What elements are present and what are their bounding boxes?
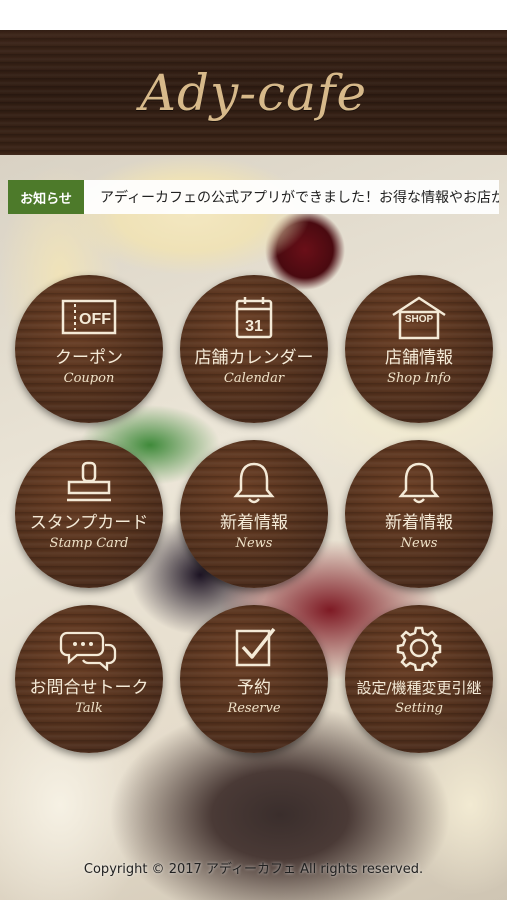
gear-icon	[389, 625, 449, 671]
calendar-label: 店舗カレンダー	[194, 348, 314, 368]
shop-info-sub-label: Shop Info	[387, 371, 451, 386]
calendar-icon: 31	[224, 295, 284, 341]
calendar-day-text: 31	[245, 318, 263, 335]
coupon-off-text: OFF	[79, 311, 111, 328]
chat-bubbles-icon	[59, 625, 119, 671]
coupon-sub-label: Coupon	[63, 371, 115, 386]
reserve-label: 予約	[237, 678, 271, 698]
calendar-sub-label: Calendar	[223, 371, 285, 386]
copyright-footer: Copyright © 2017 アディーカフェ All rights rese…	[83, 862, 424, 877]
stamp-icon	[59, 460, 119, 506]
settings-label: 設定/機種変更引継	[356, 679, 482, 697]
talk-label: お問合せトーク	[29, 678, 149, 698]
stamp-card-sub-label: Stamp Card	[49, 536, 129, 551]
news-label-2: 新着情報	[385, 513, 453, 533]
bell-icon	[389, 460, 449, 506]
stamp-card-button[interactable]: スタンプカード Stamp Card	[15, 440, 163, 588]
checkbox-icon	[224, 625, 284, 671]
main-menu: OFF クーポン Coupon 31 店舗カレンダー Calendar SHOP…	[0, 0, 507, 900]
stamp-card-label: スタンプカード	[29, 513, 149, 533]
news-button-1[interactable]: 新着情報 News	[180, 440, 328, 588]
bell-icon	[224, 460, 284, 506]
reserve-button[interactable]: 予約 Reserve	[180, 605, 328, 753]
reserve-sub-label: Reserve	[227, 701, 281, 716]
coupon-off-icon: OFF	[59, 295, 119, 341]
talk-sub-label: Talk	[75, 701, 103, 716]
news-sub-label-2: News	[400, 536, 438, 551]
talk-button[interactable]: お問合せトーク Talk	[15, 605, 163, 753]
news-sub-label-1: News	[235, 536, 273, 551]
shop-sign-text: SHOP	[405, 314, 434, 325]
shop-info-label: 店舗情報	[385, 348, 453, 368]
coupon-label: クーポン	[55, 348, 123, 368]
shop-icon: SHOP	[389, 295, 449, 341]
settings-button[interactable]: 設定/機種変更引継 Setting	[345, 605, 493, 753]
settings-sub-label: Setting	[395, 701, 443, 716]
shop-info-button[interactable]: SHOP 店舗情報 Shop Info	[345, 275, 493, 423]
calendar-button[interactable]: 31 店舗カレンダー Calendar	[180, 275, 328, 423]
news-label-1: 新着情報	[220, 513, 288, 533]
coupon-button[interactable]: OFF クーポン Coupon	[15, 275, 163, 423]
news-button-2[interactable]: 新着情報 News	[345, 440, 493, 588]
